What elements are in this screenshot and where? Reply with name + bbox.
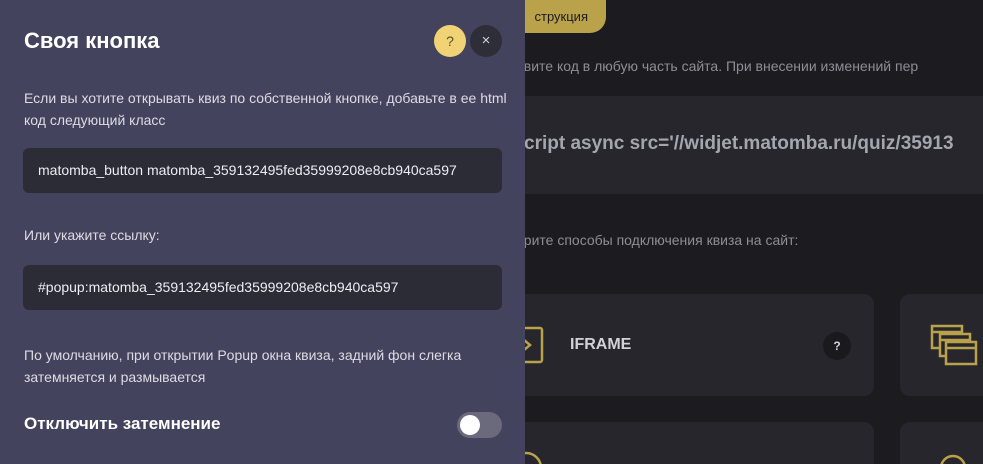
circle-icon <box>940 454 966 464</box>
method-card[interactable] <box>496 422 874 464</box>
link-label: Или укажите ссылку: <box>24 227 160 243</box>
methods-text: ерите способы подключения квиза на сайт: <box>516 232 799 248</box>
disable-dimming-toggle[interactable] <box>457 412 502 438</box>
help-button[interactable]: ? <box>434 25 466 57</box>
popup-link-field[interactable]: #popup:matomba_359132495fed35999208e8cb9… <box>23 265 502 310</box>
windows-icon <box>930 324 978 366</box>
embed-code-text: cript async src='//widjet.matomba.ru/qui… <box>524 133 954 154</box>
iframe-method-card[interactable] <box>496 294 874 396</box>
blur-note: По умолчанию, при открытии Popup окна кв… <box>24 347 462 385</box>
class-description: Если вы хотите открывать квиз по собстве… <box>24 90 507 128</box>
iframe-card-label: IFRAME <box>570 336 632 353</box>
install-instructions-text: овите код в любую часть сайта. При внесе… <box>516 58 919 74</box>
panel-title: Своя кнопка <box>24 28 160 53</box>
disable-dimming-label: Отключить затемнение <box>24 414 221 433</box>
iframe-help-icon[interactable]: ? <box>823 332 851 360</box>
toggle-knob <box>460 415 480 435</box>
custom-button-panel: Своя кнопка ? × Если вы хотите открывать… <box>0 0 525 464</box>
button-class-field[interactable]: matomba_button matomba_359132495fed35999… <box>23 148 502 193</box>
close-button[interactable]: × <box>470 25 502 57</box>
